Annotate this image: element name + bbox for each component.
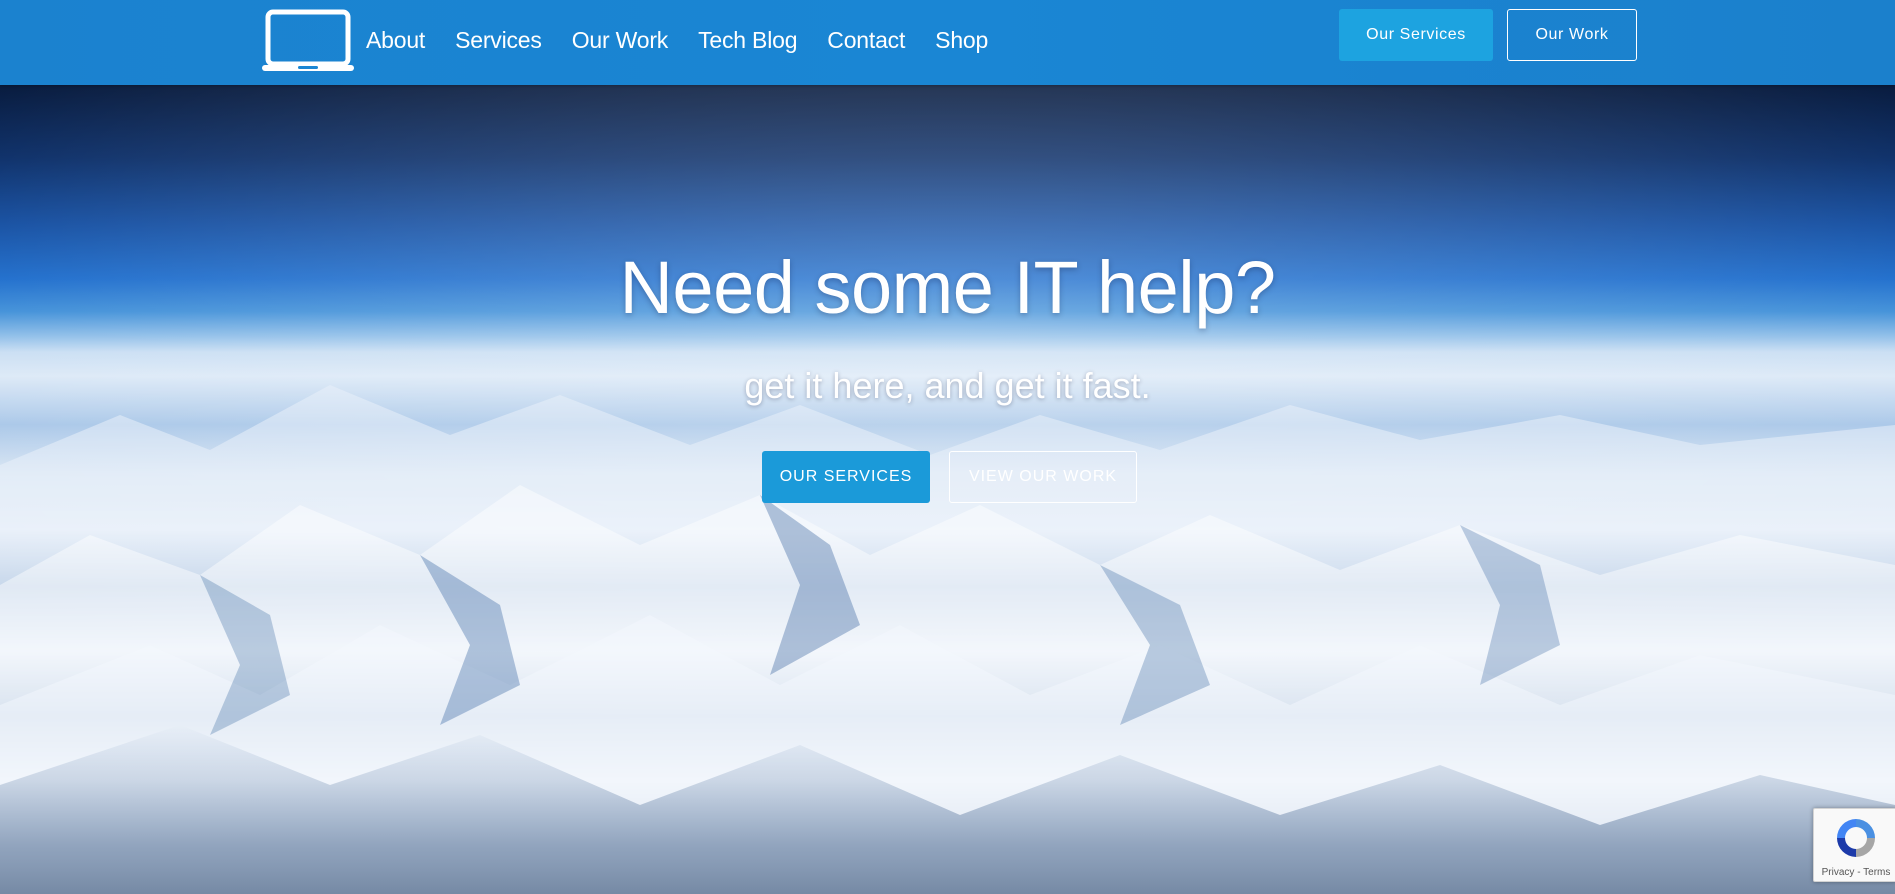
- hero-background-image: [0, 85, 1895, 894]
- recaptcha-links: Privacy - Terms: [1814, 867, 1895, 878]
- header-our-services-button[interactable]: Our Services: [1339, 9, 1493, 61]
- recaptcha-terms-link[interactable]: Terms: [1863, 867, 1890, 878]
- recaptcha-privacy-link[interactable]: Privacy: [1822, 867, 1855, 878]
- hero-section: Need some IT help? get it here, and get …: [0, 85, 1895, 894]
- nav-shop[interactable]: Shop: [935, 27, 988, 54]
- hero-title: Need some IT help?: [619, 246, 1276, 329]
- nav-tech-blog[interactable]: Tech Blog: [698, 27, 797, 54]
- header-our-work-button[interactable]: Our Work: [1507, 9, 1637, 61]
- nav-services[interactable]: Services: [455, 27, 542, 54]
- recaptcha-icon: [1837, 819, 1875, 857]
- hero-subtitle: get it here, and get it fast.: [744, 365, 1151, 406]
- laptop-icon[interactable]: [262, 9, 354, 73]
- hero-view-our-work-button[interactable]: VIEW OUR WORK: [949, 451, 1137, 503]
- nav-about[interactable]: About: [366, 27, 425, 54]
- nav-our-work[interactable]: Our Work: [572, 27, 669, 54]
- main-nav: About Services Our Work Tech Blog Contac…: [366, 0, 1018, 80]
- nav-contact[interactable]: Contact: [827, 27, 905, 54]
- hero-our-services-button[interactable]: OUR SERVICES: [762, 451, 930, 503]
- recaptcha-badge[interactable]: Privacy - Terms: [1813, 808, 1895, 882]
- site-header: About Services Our Work Tech Blog Contac…: [0, 0, 1895, 85]
- recaptcha-separator: -: [1854, 867, 1864, 878]
